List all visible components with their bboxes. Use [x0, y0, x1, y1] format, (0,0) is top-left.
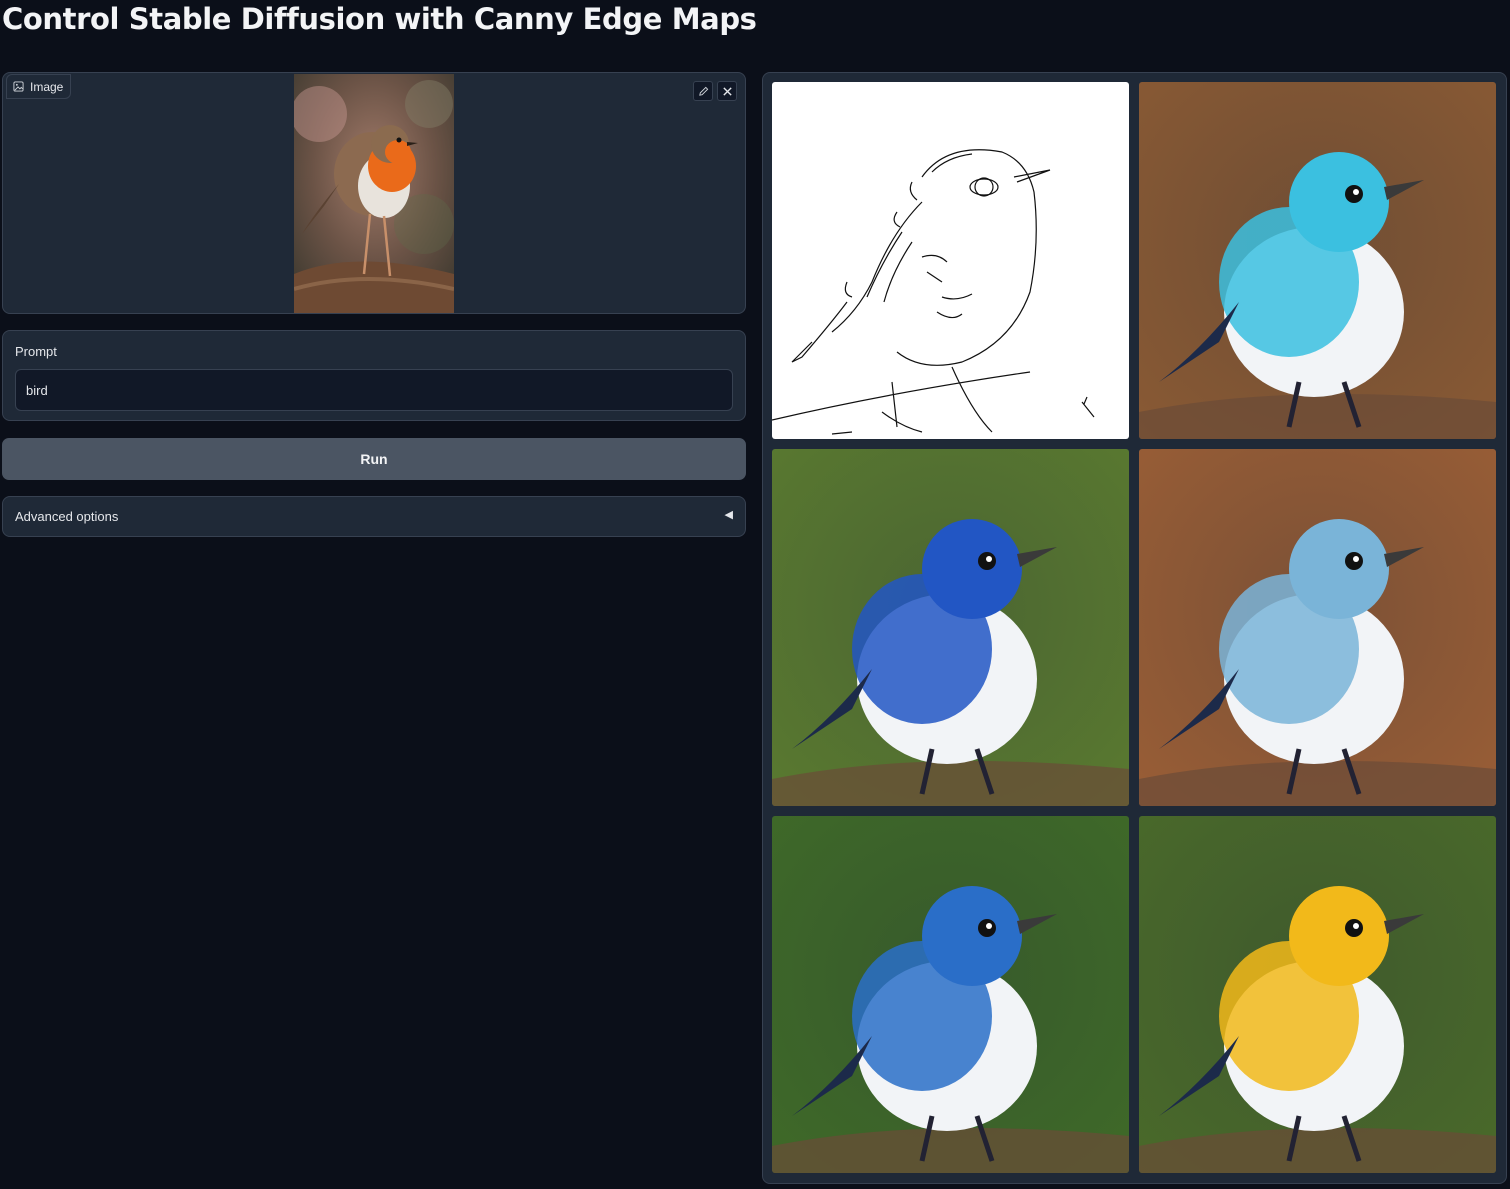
run-button[interactable]: Run [2, 438, 746, 480]
pencil-icon [698, 86, 708, 96]
generated-bird-image [1139, 449, 1496, 806]
prompt-input[interactable] [15, 369, 733, 411]
image-input-panel[interactable]: Image [2, 72, 746, 314]
prompt-panel: Prompt [2, 330, 746, 421]
output-gallery [762, 72, 1507, 1184]
edit-image-button[interactable] [693, 81, 713, 101]
image-input-label: Image [6, 74, 72, 99]
edge-map-image [772, 82, 1129, 439]
gallery-item-generated[interactable] [1139, 449, 1496, 806]
prompt-label: Prompt [15, 344, 57, 359]
image-label-text: Image [30, 79, 64, 94]
generated-bird-image [772, 449, 1129, 806]
gallery-item-generated[interactable] [772, 449, 1129, 806]
advanced-options-accordion[interactable]: Advanced options ◀ [2, 496, 746, 537]
generated-bird-image [772, 816, 1129, 1173]
page-title: Control Stable Diffusion with Canny Edge… [2, 2, 757, 36]
collapse-arrow-icon: ◀ [724, 509, 733, 521]
gallery-item-generated[interactable] [1139, 816, 1496, 1173]
gallery-item-edge-map[interactable] [772, 82, 1129, 439]
generated-bird-image [1139, 816, 1496, 1173]
gallery-item-generated[interactable] [1139, 82, 1496, 439]
generated-bird-image [1139, 82, 1496, 439]
image-icon [13, 81, 24, 92]
input-image-preview [294, 74, 454, 313]
advanced-options-label: Advanced options [15, 509, 119, 524]
gallery-item-generated[interactable] [772, 816, 1129, 1173]
clear-image-button[interactable] [717, 81, 737, 101]
close-icon [722, 86, 732, 96]
